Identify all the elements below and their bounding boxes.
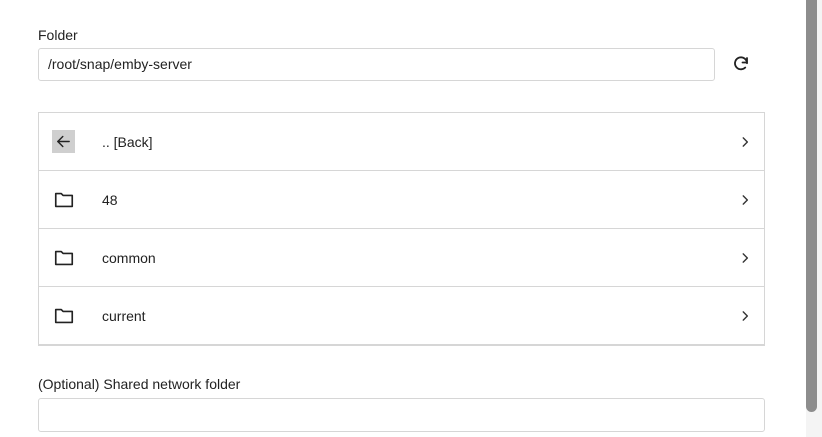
- refresh-icon: [734, 56, 748, 71]
- arrow-left-icon: [52, 130, 75, 153]
- list-item-back[interactable]: .. [Back]: [39, 113, 764, 171]
- folder-icon: [52, 188, 75, 211]
- folder-picker-page: Folder .. [Back]: [0, 0, 822, 437]
- chevron-right-icon: [742, 311, 749, 321]
- folder-icon: [52, 304, 75, 327]
- shared-folder-input[interactable]: [38, 398, 765, 432]
- chevron-right-icon: [742, 253, 749, 263]
- list-item-label: current: [102, 307, 146, 324]
- folder-icon: [52, 246, 75, 269]
- chevron-right-icon: [742, 137, 749, 147]
- scrollbar-thumb[interactable]: [806, 0, 817, 412]
- list-item-label: .. [Back]: [102, 133, 153, 150]
- refresh-button[interactable]: [728, 51, 754, 77]
- list-item-label: 48: [102, 191, 118, 208]
- list-item-folder-common[interactable]: common: [39, 229, 764, 287]
- list-item-folder-current[interactable]: current: [39, 287, 764, 345]
- folder-path-input[interactable]: [38, 48, 715, 81]
- list-item-label: common: [102, 249, 156, 266]
- list-item-folder-48[interactable]: 48: [39, 171, 764, 229]
- folder-label: Folder: [38, 27, 78, 43]
- chevron-right-icon: [742, 195, 749, 205]
- shared-folder-label: (Optional) Shared network folder: [38, 376, 241, 392]
- folder-list: .. [Back] 48 common current: [38, 112, 765, 346]
